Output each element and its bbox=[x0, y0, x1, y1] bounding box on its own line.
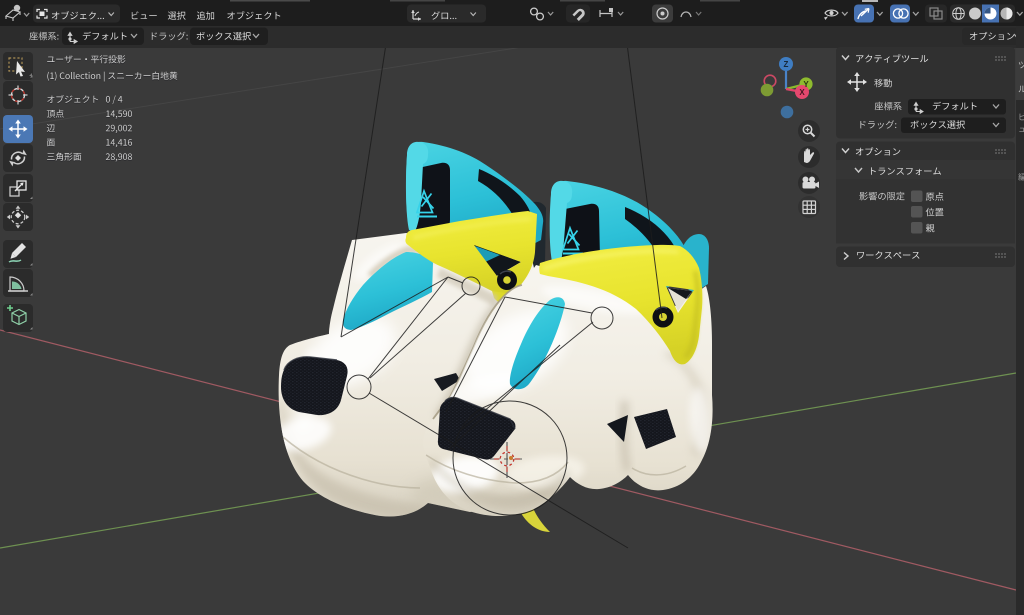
svg-text:Z: Z bbox=[784, 60, 789, 69]
svg-text:X: X bbox=[799, 88, 805, 97]
